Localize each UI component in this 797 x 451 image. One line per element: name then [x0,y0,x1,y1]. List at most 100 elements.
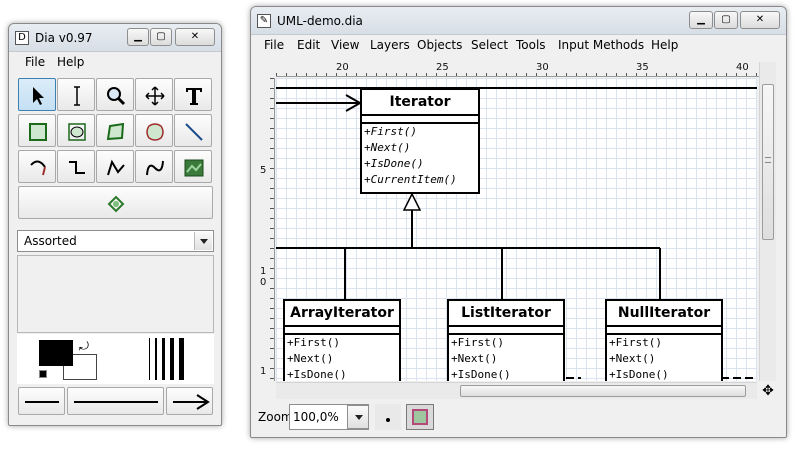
diagram-canvas[interactable]: Iterator +First() +Next() +IsDone() +Cur… [276,78,757,381]
uml-class-iterator[interactable]: Iterator +First() +Next() +IsDone() +Cur… [360,88,480,194]
chevron-down-icon[interactable] [194,232,212,250]
magnify-tool[interactable] [96,78,134,111]
swap-colors-icon[interactable]: ⤾ [79,339,89,354]
maximize-button[interactable]: ▢ [714,11,738,29]
beziergon-icon [146,123,164,141]
ruler-label-35: 35 [636,62,649,73]
ruler-label-25: 25 [436,62,449,73]
bezierline-tool[interactable] [135,150,173,183]
menu-tools[interactable]: Tools [516,38,546,52]
ruler-label-v5: 5 [260,165,267,176]
image-tool[interactable] [174,150,212,183]
horizontal-scrollbar[interactable] [276,382,757,399]
menu-view[interactable]: View [331,38,359,52]
operation: +First() [287,336,340,349]
class-name: Iterator [362,90,478,116]
minimize-button[interactable]: ▁ [127,28,149,46]
minimize-button[interactable]: ▁ [689,11,713,29]
text-T-icon [186,88,202,105]
text-edit-tool[interactable] [57,78,95,111]
menu-edit[interactable]: Edit [297,38,320,52]
menu-select[interactable]: Select [471,38,508,52]
ruler-corner [258,62,275,77]
diagram-titlebar: ✎ UML-demo.dia ▁ ▢ ✕ [251,7,786,35]
grid-dot-icon [386,418,390,422]
line-style-selector[interactable] [67,387,164,415]
zoom-dropdown-button[interactable] [347,405,369,429]
zoom-value: 100,0% [293,410,339,424]
navigation-icon[interactable]: ✥ [760,383,776,399]
ruler-label-v0: 0 [260,277,267,288]
menu-help[interactable]: Help [57,55,84,69]
snap-to-grid-toggle[interactable] [375,404,401,430]
pointer-tool[interactable] [18,78,56,111]
object-snap-icon [412,409,428,425]
diagram-title: UML-demo.dia [277,14,363,28]
uml-class-arrayiterator[interactable]: ArrayIterator +First() +Next() +IsDone() [283,299,401,381]
menu-file[interactable]: File [264,38,284,52]
chevron-down-icon [350,408,366,424]
line-style-icon [74,401,158,403]
operation: +Next() [287,352,334,365]
uml-class-listiterator[interactable]: ListIterator +First() +Next() +IsDone() [447,299,565,381]
box-icon [29,123,47,141]
box-tool[interactable] [18,114,56,147]
menu-objects[interactable]: Objects [417,38,462,52]
polyline-tool[interactable] [96,150,134,183]
operation: +Next() [609,352,656,365]
horizontal-scroll-thumb[interactable] [460,385,746,397]
text-tool[interactable] [174,78,212,111]
menu-input-methods[interactable]: Input Methods [558,38,644,52]
start-arrow-selector[interactable] [18,387,65,415]
class-name: ArrayIterator [285,301,399,327]
zigzag-icon [69,161,85,174]
arc-tool[interactable] [18,150,56,183]
close-button[interactable]: ✕ [175,28,215,46]
vertical-scrollbar[interactable] [759,62,776,381]
uml-class-nulliterator[interactable]: NullIterator +First() +Next() +IsDone() [605,299,723,381]
close-button[interactable]: ✕ [740,11,780,29]
zigzag-tool[interactable] [57,150,95,183]
pointer-icon [33,87,44,105]
attributes-compartment [607,327,721,335]
operation: +CurrentItem() [364,173,457,186]
outline-tool[interactable] [18,186,213,219]
sheet-objects-area [17,255,214,333]
menu-file[interactable]: File [25,55,45,69]
zoom-label: Zoom [258,410,293,424]
text-cursor-icon [74,86,80,106]
menu-help[interactable]: Help [651,38,678,52]
ruler-label-30: 30 [536,62,549,73]
line-widths-selector[interactable] [145,338,189,380]
outline-icon [107,195,125,213]
line-start-icon [25,401,59,403]
polygon-icon [106,122,125,141]
attributes-compartment [449,327,563,335]
vertical-ruler: 5 1 0 1 [258,78,275,381]
ruler-label-20: 20 [336,62,349,73]
operation: +IsDone() [609,368,669,381]
polygon-tool[interactable] [96,114,134,147]
operation: +IsDone() [451,368,511,381]
scroll-grip-icon [765,157,771,163]
beziergon-tool[interactable] [135,114,173,147]
scroll-tool[interactable] [135,78,173,111]
line-tool[interactable] [174,114,212,147]
maximize-button[interactable]: ▢ [150,28,172,46]
arrow-end-icon [173,394,210,410]
diagram-menubar: File Edit View Layers Objects Select Too… [251,35,786,57]
class-name: NullIterator [607,301,721,327]
dia-app-icon: D [15,31,29,45]
ellipse-tool[interactable] [57,114,95,147]
polyline-icon [107,159,125,176]
snap-to-objects-toggle[interactable] [406,404,434,430]
ruler-label-v1a: 1 [260,266,267,277]
operation: +Next() [451,352,498,365]
menu-layers[interactable]: Layers [370,38,410,52]
end-arrow-selector[interactable] [166,387,213,415]
line-icon [185,123,203,141]
operation: +First() [609,336,662,349]
operation: +IsDone() [287,368,347,381]
sheet-selector[interactable]: Assorted [17,230,214,252]
default-colors-icon[interactable] [39,370,47,378]
